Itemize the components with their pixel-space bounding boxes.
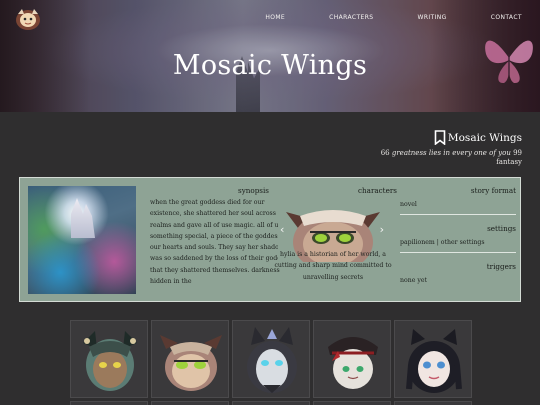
- story-format-value: novel: [400, 201, 417, 208]
- character-tile[interactable]: [394, 320, 472, 398]
- character-tile[interactable]: [313, 401, 391, 405]
- character-grid-row2: [70, 401, 472, 405]
- character-tile[interactable]: [70, 401, 148, 405]
- character-grid: [70, 320, 472, 398]
- divider: [400, 252, 516, 253]
- story-panel: synopsis when the great goddess died for…: [19, 177, 521, 302]
- project-title-row: Mosaic Wings: [381, 130, 522, 145]
- character-tile[interactable]: [313, 320, 391, 398]
- character-avatar: [247, 327, 297, 393]
- character-avatar: [83, 331, 137, 391]
- main-nav: HOME CHARACTERS WRITING CONTACT: [221, 14, 522, 21]
- quote-open: 66: [380, 149, 390, 157]
- quote-close: 99: [513, 149, 522, 157]
- cover-castle: [71, 198, 95, 238]
- chevron-left-icon[interactable]: ‹: [280, 223, 284, 236]
- characters-heading: characters: [358, 186, 397, 195]
- synopsis-heading: synopsis: [238, 186, 269, 195]
- nav-characters[interactable]: CHARACTERS: [329, 14, 373, 21]
- settings-value: papilionem | other settings: [400, 239, 485, 246]
- story-format-block: story format novel: [400, 186, 516, 215]
- character-avatar: [406, 329, 462, 393]
- tagline-text: greatness lies in every one of you: [391, 149, 511, 157]
- settings-block: settings papilionem | other settings: [400, 224, 516, 253]
- character-tile[interactable]: [151, 401, 229, 405]
- character-avatar: [328, 337, 378, 389]
- logo-icon[interactable]: [14, 6, 42, 32]
- story-format-label: story format: [470, 186, 516, 195]
- chevron-right-icon[interactable]: ›: [380, 223, 384, 236]
- hero-title: Mosaic Wings: [172, 50, 368, 81]
- character-avatar: [160, 335, 222, 391]
- hero-banner: HOME CHARACTERS WRITING CONTACT Mosaic W…: [0, 0, 540, 112]
- project-header: Mosaic Wings 66 greatness lies in every …: [381, 130, 522, 166]
- settings-label: settings: [487, 224, 516, 233]
- nav-writing[interactable]: WRITING: [417, 14, 446, 21]
- character-tile[interactable]: [394, 401, 472, 405]
- project-genre: fantasy: [496, 158, 522, 166]
- character-tile[interactable]: [232, 320, 310, 398]
- triggers-value: none yet: [400, 277, 427, 284]
- divider: [400, 214, 516, 215]
- character-tile[interactable]: [151, 320, 229, 398]
- nav-contact[interactable]: CONTACT: [491, 14, 522, 21]
- bookmark-icon[interactable]: [434, 130, 446, 145]
- triggers-label: triggers: [486, 262, 516, 271]
- project-title: Mosaic Wings: [447, 131, 522, 144]
- character-tile[interactable]: [232, 401, 310, 405]
- character-bio: hylia is a historian of her world, a cut…: [274, 251, 392, 281]
- character-tile[interactable]: [70, 320, 148, 398]
- triggers-block: triggers none yet: [400, 262, 516, 284]
- project-tagline: 66 greatness lies in every one of you 99: [381, 149, 522, 157]
- nav-home[interactable]: HOME: [265, 14, 285, 21]
- cover-image: [28, 186, 136, 294]
